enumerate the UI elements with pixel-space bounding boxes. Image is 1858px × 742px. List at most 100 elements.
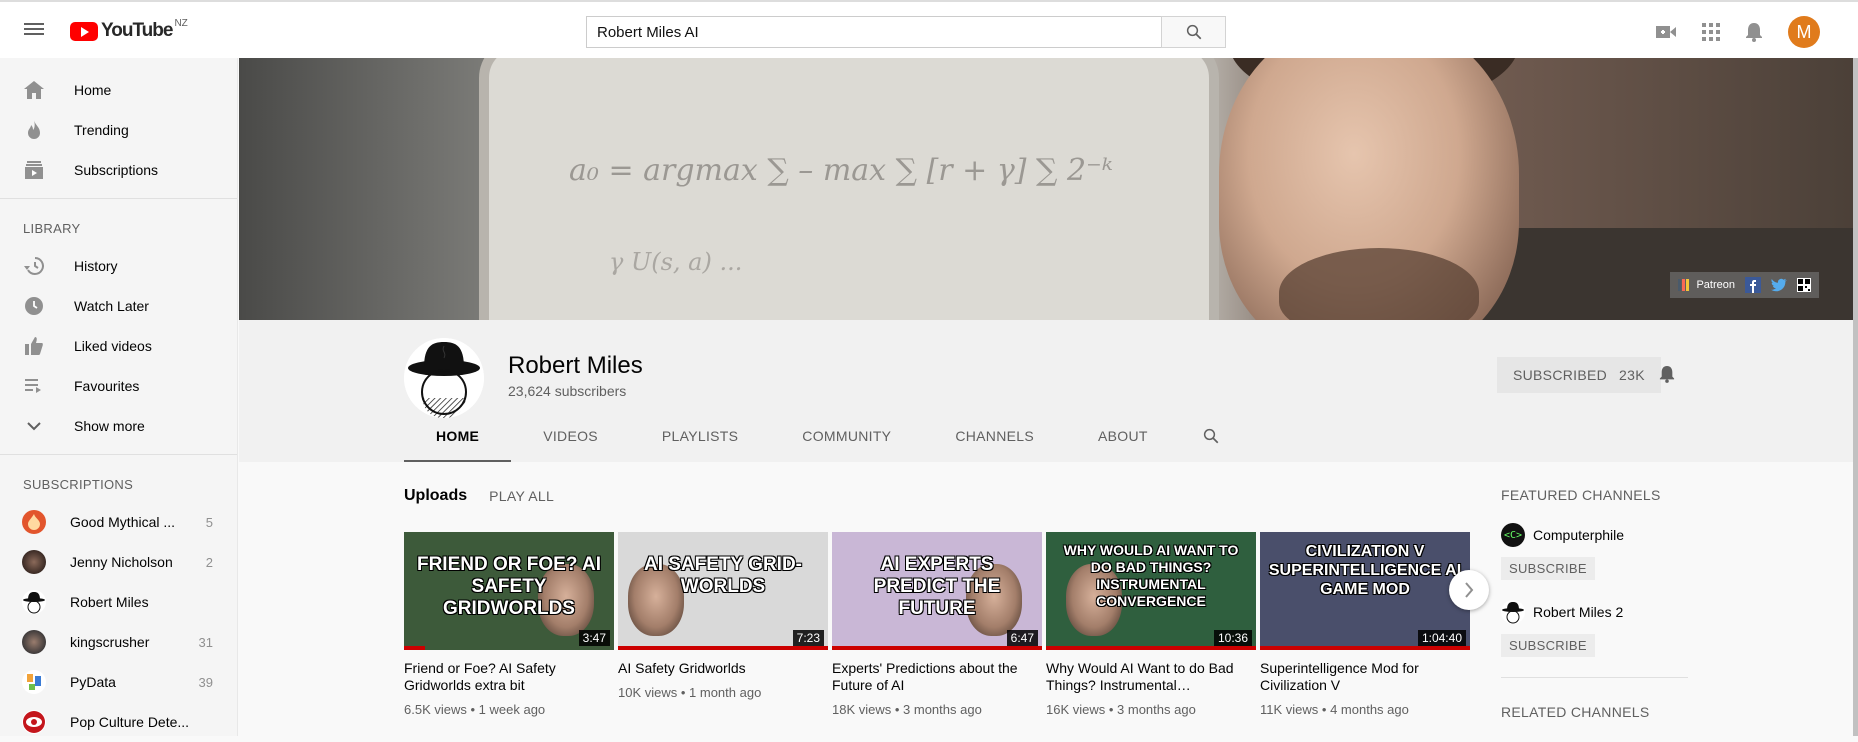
channel-avatar[interactable]	[404, 338, 484, 418]
video-card[interactable]: AI SAFETY GRID-WORLDS 7:23 AI Safety Gri…	[618, 532, 828, 717]
subscription-item[interactable]: kingscrusher 31	[0, 622, 237, 662]
facebook-icon	[1745, 277, 1761, 293]
sidebar-item-label: Liked videos	[74, 338, 152, 354]
video-meta: 16K views • 3 months ago	[1046, 702, 1196, 717]
robert-miles-2-avatar	[1501, 600, 1525, 624]
channel-header: Robert Miles 23,624 subscribers SUBSCRIB…	[239, 320, 1853, 462]
account-avatar[interactable]: M	[1788, 16, 1820, 48]
notifications-bell-icon[interactable]	[1745, 22, 1763, 42]
patreon-icon	[1678, 279, 1690, 291]
logo-text: YouTube	[101, 20, 173, 41]
sidebar-item-trending[interactable]: Trending	[0, 110, 237, 150]
subscription-name: Robert Miles	[70, 594, 149, 610]
featured-channels-title: FEATURED CHANNELS	[1501, 487, 1661, 503]
facebook-link[interactable]	[1745, 277, 1761, 293]
top-bar: YouTube NZ M	[0, 0, 1858, 58]
subscribe-button[interactable]: SUBSCRIBE	[1501, 557, 1595, 580]
video-card[interactable]: WHY WOULD AI WANT TO DO BAD THINGS? INST…	[1046, 532, 1256, 717]
search-button[interactable]	[1161, 16, 1226, 48]
subscription-item[interactable]: Jenny Nicholson 2	[0, 542, 237, 582]
subscribe-button[interactable]: SUBSCRIBE	[1501, 634, 1595, 657]
video-title[interactable]: Friend or Foe? AI Safety Gridworlds extr…	[404, 660, 614, 694]
thumbnail-text: AI SAFETY GRID-WORLDS	[644, 554, 802, 597]
channel-search-icon[interactable]	[1180, 412, 1242, 460]
video-card[interactable]: FRIEND OR FOE? AI SAFETY GRIDWORLDS 3:47…	[404, 532, 614, 717]
hamburger-menu-icon[interactable]	[24, 20, 44, 40]
video-thumbnail[interactable]: FRIEND OR FOE? AI SAFETY GRIDWORLDS 3:47	[404, 532, 614, 650]
video-card[interactable]: AI EXPERTS PREDICT THE FUTURE 6:47 Exper…	[832, 532, 1042, 717]
video-thumbnail[interactable]: WHY WOULD AI WANT TO DO BAD THINGS? INST…	[1046, 532, 1256, 650]
scrollbar-thumb[interactable]	[1853, 58, 1858, 736]
twitter-link[interactable]	[1771, 278, 1787, 292]
search-icon	[1186, 24, 1201, 40]
subscription-item[interactable]: Good Mythical ... 5	[0, 502, 237, 542]
subscription-name: kingscrusher	[70, 634, 150, 650]
upload-age: 3 months ago	[903, 702, 982, 717]
good-mythical-avatar	[22, 510, 46, 534]
sidebar-item-label: Trending	[74, 122, 129, 138]
new-video-count: 39	[198, 674, 213, 690]
sidebar-item-favourites[interactable]: Favourites	[0, 366, 237, 406]
subscription-name: Jenny Nicholson	[70, 554, 173, 570]
search-input[interactable]	[586, 16, 1162, 48]
tab-about[interactable]: ABOUT	[1066, 412, 1180, 462]
sidebar-item-label: Subscriptions	[74, 162, 159, 178]
upload-age: 4 months ago	[1330, 702, 1409, 717]
subscribed-button[interactable]: SUBSCRIBED 23K	[1497, 357, 1661, 393]
playlist-icon	[24, 376, 44, 396]
sidebar-item-subscriptions[interactable]: Subscriptions	[0, 150, 237, 190]
tab-community[interactable]: COMMUNITY	[770, 412, 923, 462]
trending-icon	[24, 120, 44, 140]
tab-videos[interactable]: VIDEOS	[511, 412, 630, 462]
youtube-logo[interactable]: YouTube NZ	[70, 17, 188, 42]
shelf-next-button[interactable]	[1449, 570, 1489, 610]
video-thumbnail[interactable]: AI SAFETY GRID-WORLDS 7:23	[618, 532, 828, 650]
video-card[interactable]: CIVILIZATION V SUPERINTELLIGENCE AI GAME…	[1260, 532, 1470, 717]
view-count: 10K views	[618, 685, 678, 700]
subscription-item[interactable]: Robert Miles	[0, 582, 237, 622]
featured-channel-link[interactable]: Robert Miles 2	[1501, 600, 1688, 624]
chevron-right-icon	[1465, 582, 1474, 598]
watch-progress-bar	[832, 646, 1042, 650]
video-title[interactable]: Experts' Predictions about the Future of…	[832, 660, 1042, 694]
subscribed-count: 23K	[1619, 367, 1645, 383]
thumbs-up-icon	[24, 336, 44, 356]
tab-home[interactable]: HOME	[404, 412, 512, 462]
play-all-button[interactable]: PLAY ALL	[489, 488, 554, 504]
tab-playlists[interactable]: PLAYLISTS	[630, 412, 770, 462]
subscription-item[interactable]: PyData 39	[0, 662, 237, 702]
featured-channel-link[interactable]: <C> Computerphile	[1501, 523, 1688, 547]
subscription-name: PyData	[70, 674, 116, 690]
create-video-icon[interactable]	[1655, 24, 1677, 40]
uploads-title[interactable]: Uploads	[404, 487, 467, 505]
sidebar-item-history[interactable]: History	[0, 246, 237, 286]
website-link[interactable]	[1797, 278, 1811, 292]
video-thumbnail[interactable]: CIVILIZATION V SUPERINTELLIGENCE AI GAME…	[1260, 532, 1470, 650]
upload-age: 1 week ago	[478, 702, 546, 717]
fedora-hat-icon	[404, 338, 484, 418]
sidebar-item-show-more[interactable]: Show more	[0, 406, 237, 446]
patreon-link[interactable]: Patreon	[1678, 279, 1735, 291]
sidebar-divider	[0, 198, 237, 199]
watch-progress-bar	[404, 646, 425, 650]
clock-icon	[24, 296, 44, 316]
video-title[interactable]: Superintelligence Mod for Civilization V	[1260, 660, 1470, 694]
country-code: NZ	[174, 17, 188, 29]
sidebar-item-label: Watch Later	[74, 298, 149, 314]
tab-channels[interactable]: CHANNELS	[923, 412, 1066, 462]
sidebar-item-home[interactable]: Home	[0, 70, 237, 110]
sidebar-item-watch-later[interactable]: Watch Later	[0, 286, 237, 326]
sidebar-item-liked-videos[interactable]: Liked videos	[0, 326, 237, 366]
top-actions: M	[1655, 16, 1820, 48]
video-title[interactable]: Why Would AI Want to do Bad Things? Inst…	[1046, 660, 1256, 694]
page-scrollbar[interactable]	[1853, 58, 1858, 736]
video-title[interactable]: AI Safety Gridworlds	[618, 660, 828, 677]
robert-miles-avatar	[22, 590, 46, 614]
apps-grid-icon[interactable]	[1702, 23, 1720, 41]
video-meta: 10K views • 1 month ago	[618, 685, 762, 700]
video-thumbnail[interactable]: AI EXPERTS PREDICT THE FUTURE 6:47	[832, 532, 1042, 650]
upload-age: 3 months ago	[1117, 702, 1196, 717]
channel-notification-bell-icon[interactable]	[1659, 364, 1675, 389]
subscription-item[interactable]: Pop Culture Dete...	[0, 702, 237, 742]
featured-divider	[1501, 677, 1688, 678]
